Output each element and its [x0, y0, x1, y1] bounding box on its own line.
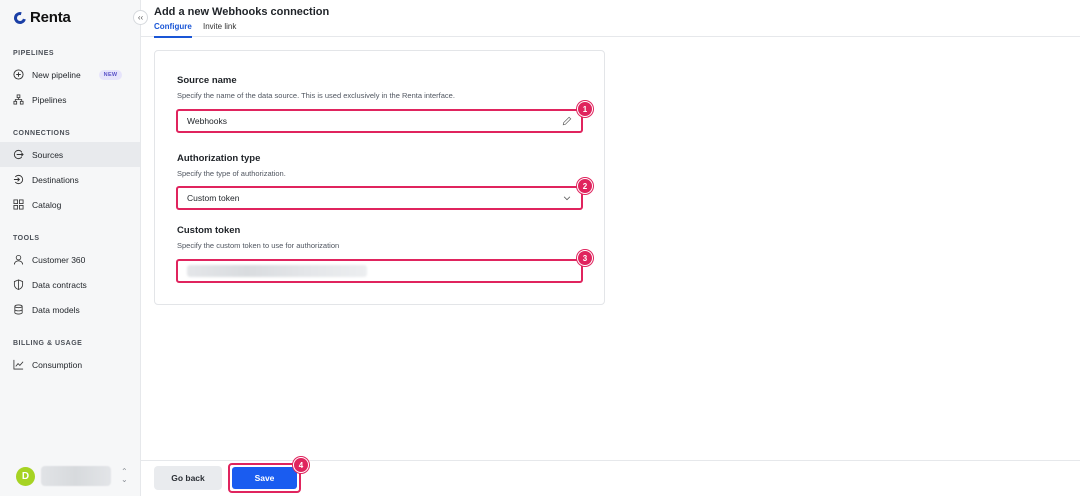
section-title-tools: TOOLS: [13, 235, 40, 242]
go-back-button[interactable]: Go back: [154, 466, 222, 490]
page-header: Add a new Webhooks connection Configure …: [141, 0, 1080, 38]
user-icon: [13, 254, 24, 265]
sidebar-item-label: Customer 360: [32, 254, 86, 265]
database-icon: [13, 304, 24, 315]
app-window: Renta PIPELINES New pipeline NEW Pipelin…: [0, 0, 1080, 496]
sidebar-item-label: Sources: [32, 149, 64, 160]
chart-icon: [13, 359, 24, 370]
avatar: D: [16, 466, 35, 486]
sidebar-item-customer-360[interactable]: Customer 360: [0, 247, 140, 272]
grid-icon: [13, 199, 24, 210]
chevron-up-down-icon: ⌃ ⌄: [121, 467, 128, 484]
destination-icon: [13, 174, 24, 185]
sidebar-item-label: Catalog: [32, 199, 62, 210]
source-name-value: Webhooks: [187, 116, 228, 126]
custom-token-input[interactable]: [176, 259, 583, 283]
sidebar-item-new-pipeline[interactable]: New pipeline NEW: [0, 62, 140, 87]
sidebar-item-pipelines[interactable]: Pipelines: [0, 87, 140, 112]
authorization-type-select[interactable]: Custom token: [176, 186, 583, 210]
brand-name: Renta: [30, 9, 71, 26]
sidebar-item-data-contracts[interactable]: Data contracts: [0, 272, 140, 297]
section-title-connections: CONNECTIONS: [13, 130, 71, 137]
section-title-billing: BILLING & USAGE: [13, 340, 83, 347]
step-marker-4: 4: [293, 457, 309, 473]
sidebar-item-catalog[interactable]: Catalog: [0, 192, 140, 217]
custom-token-label: Custom token: [177, 225, 241, 236]
sidebar-item-data-models[interactable]: Data models: [0, 297, 140, 322]
custom-token-value-redacted: [187, 265, 367, 277]
step-marker-1: 1: [577, 101, 593, 117]
tab-invite-link[interactable]: Invite link: [203, 22, 236, 36]
save-button[interactable]: Save: [232, 467, 297, 489]
sidebar-item-label: Data contracts: [32, 279, 87, 290]
chevron-left-icon: ‹‹: [137, 13, 144, 22]
authorization-type-label: Authorization type: [177, 153, 261, 164]
account-name-redacted: [41, 466, 111, 486]
page-title: Add a new Webhooks connection: [154, 6, 330, 18]
sidebar-item-label: Consumption: [32, 359, 83, 370]
section-title-pipelines: PIPELINES: [13, 50, 55, 57]
source-icon: [13, 149, 24, 160]
sidebar-item-consumption[interactable]: Consumption: [0, 352, 140, 377]
chevron-down-icon: [562, 193, 572, 203]
sidebar-item-label: Data models: [32, 304, 80, 315]
collapse-sidebar-button[interactable]: ‹‹: [133, 10, 148, 25]
tab-configure[interactable]: Configure: [154, 22, 192, 38]
sidebar-item-label: Destinations: [32, 174, 79, 185]
authorization-type-help: Specify the type of authorization.: [177, 169, 286, 178]
new-badge: NEW: [98, 69, 123, 80]
sidebar-item-label: New pipeline: [32, 69, 81, 80]
logo[interactable]: Renta: [11, 9, 71, 26]
source-name-label: Source name: [177, 75, 237, 86]
account-switcher[interactable]: D ⌃ ⌄: [16, 466, 128, 486]
step-marker-3: 3: [577, 250, 593, 266]
shield-icon: [13, 279, 24, 290]
sidebar-item-label: Pipelines: [32, 94, 67, 105]
source-name-help: Specify the name of the data source. Thi…: [177, 91, 455, 100]
sidebar-item-destinations[interactable]: Destinations: [0, 167, 140, 192]
step-marker-2: 2: [577, 178, 593, 194]
hierarchy-icon: [13, 94, 24, 105]
sidebar: Renta PIPELINES New pipeline NEW Pipelin…: [0, 0, 141, 496]
custom-token-help: Specify the custom token to use for auth…: [177, 241, 340, 250]
source-name-input[interactable]: Webhooks: [176, 109, 583, 133]
sidebar-item-sources[interactable]: Sources: [0, 142, 140, 167]
pencil-icon: [562, 116, 572, 126]
plus-circle-icon: [13, 69, 24, 80]
authorization-type-value: Custom token: [187, 193, 240, 203]
renta-logo-icon: [11, 9, 29, 26]
